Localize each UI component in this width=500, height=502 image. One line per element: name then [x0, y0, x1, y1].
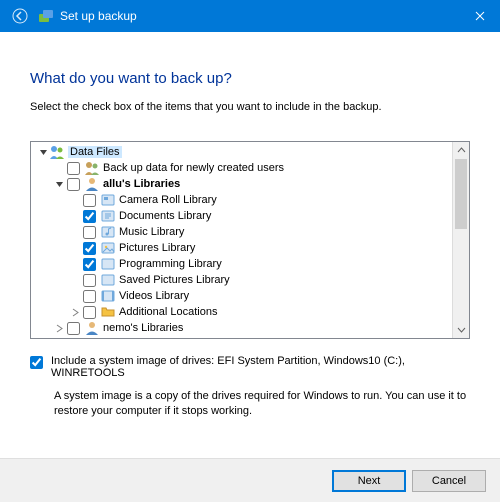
checkbox-pictures[interactable] [83, 242, 96, 255]
checkbox-videos[interactable] [83, 290, 96, 303]
checkbox-saved-pictures[interactable] [83, 274, 96, 287]
folder-icon [100, 304, 116, 320]
tree-node-pictures[interactable]: Pictures Library [37, 240, 469, 256]
tree-node-additional-locations[interactable]: Additional Locations [37, 304, 469, 320]
instruction-text: Select the check box of the items that y… [30, 101, 470, 113]
back-button[interactable] [10, 6, 30, 26]
scroll-down-icon[interactable] [453, 321, 469, 338]
close-button[interactable] [460, 0, 500, 32]
system-image-description: A system image is a copy of the drives r… [54, 389, 470, 419]
library-icon [100, 256, 116, 272]
tree-node-saved-pictures[interactable]: Saved Pictures Library [37, 272, 469, 288]
chevron-down-icon[interactable] [53, 178, 65, 190]
tree-label: nemo's Libraries [103, 322, 183, 334]
tree-node-videos[interactable]: Videos Library [37, 288, 469, 304]
tree-label: Documents Library [119, 210, 211, 222]
backup-items-tree[interactable]: Data Files Back up data for newly create… [30, 141, 470, 339]
scrollbar-track[interactable] [453, 159, 469, 321]
system-image-label: Include a system image of drives: EFI Sy… [51, 355, 470, 379]
videos-icon [100, 288, 116, 304]
library-icon [100, 192, 116, 208]
title-bar: Set up backup [0, 0, 500, 32]
library-icon [100, 208, 116, 224]
tree-label: Videos Library [119, 290, 189, 302]
library-icon [100, 272, 116, 288]
system-image-row: Include a system image of drives: EFI Sy… [30, 355, 470, 379]
tree-label: Data Files [68, 146, 122, 158]
tree-node-data-files[interactable]: Data Files [37, 144, 469, 160]
tree-label: Music Library [119, 226, 184, 238]
chevron-down-icon[interactable] [37, 146, 49, 158]
tree-label: Additional Locations [119, 306, 217, 318]
dialog-footer: Next Cancel [0, 458, 500, 502]
tree-label: Pictures Library [119, 242, 195, 254]
users-icon [84, 160, 100, 176]
pictures-icon [100, 240, 116, 256]
cancel-button[interactable]: Cancel [412, 470, 486, 492]
music-icon [100, 224, 116, 240]
checkbox-new-users[interactable] [67, 162, 80, 175]
checkbox-music[interactable] [83, 226, 96, 239]
checkbox-nemo[interactable] [67, 322, 80, 335]
tree-label: allu's Libraries [103, 178, 180, 190]
tree-node-nemo-libraries[interactable]: nemo's Libraries [37, 320, 469, 336]
tree-label: Programming Library [119, 258, 222, 270]
tree-label: Back up data for newly created users [103, 162, 284, 174]
tree-node-documents[interactable]: Documents Library [37, 208, 469, 224]
tree-node-user-libraries[interactable]: allu's Libraries [37, 176, 469, 192]
scroll-up-icon[interactable] [453, 142, 469, 159]
checkbox-system-image[interactable] [30, 356, 43, 369]
tree-node-camera-roll[interactable]: Camera Roll Library [37, 192, 469, 208]
checkbox-programming[interactable] [83, 258, 96, 271]
scrollbar-thumb[interactable] [455, 159, 467, 229]
next-button[interactable]: Next [332, 470, 406, 492]
tree-node-new-users[interactable]: Back up data for newly created users [37, 160, 469, 176]
tree-label: Camera Roll Library [119, 194, 217, 206]
checkbox-documents[interactable] [83, 210, 96, 223]
vertical-scrollbar[interactable] [452, 142, 469, 338]
user-icon [84, 320, 100, 336]
chevron-right-icon[interactable] [69, 306, 81, 318]
content-area: What do you want to back up? Select the … [0, 32, 500, 419]
tree-node-programming[interactable]: Programming Library [37, 256, 469, 272]
tree-node-music[interactable]: Music Library [37, 224, 469, 240]
window-title: Set up backup [60, 9, 137, 23]
page-heading: What do you want to back up? [30, 70, 470, 87]
user-icon [84, 176, 100, 192]
checkbox-additional[interactable] [83, 306, 96, 319]
tree-label: Saved Pictures Library [119, 274, 230, 286]
checkbox-camera-roll[interactable] [83, 194, 96, 207]
checkbox-user-libraries[interactable] [67, 178, 80, 191]
users-icon [49, 144, 65, 160]
chevron-right-icon[interactable] [53, 322, 65, 334]
app-icon [38, 8, 54, 24]
